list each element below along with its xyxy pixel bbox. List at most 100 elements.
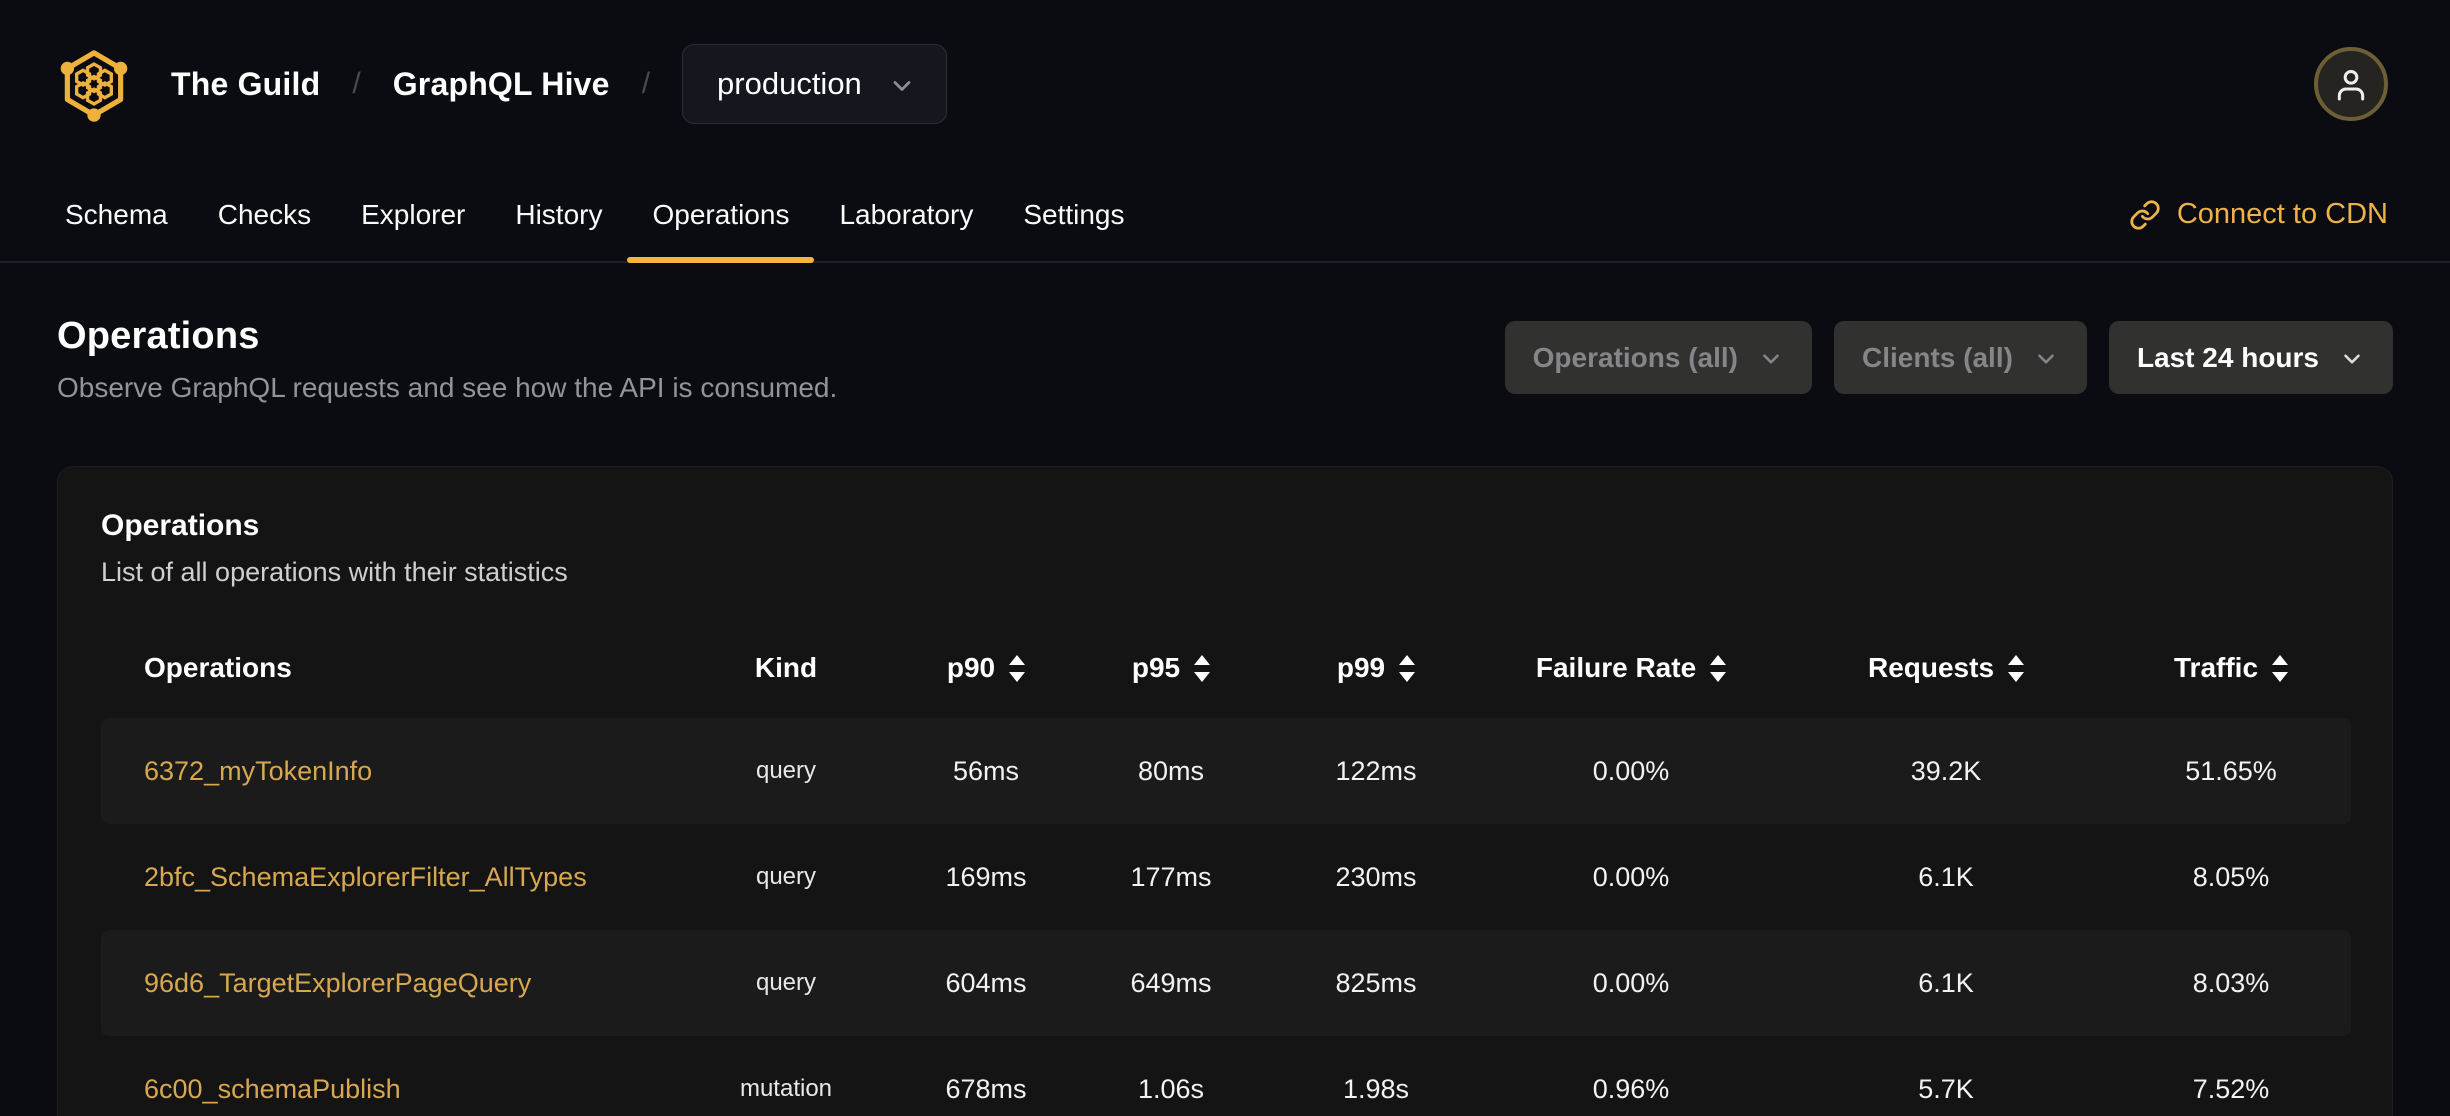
column-header-failure-rate-label: Failure Rate <box>1535 652 1697 683</box>
operations-card: Operations List of all operations with t… <box>57 466 2393 1116</box>
column-header-kind: Kind <box>754 652 818 683</box>
traffic-cell: 51.65% <box>2185 755 2277 786</box>
person-icon <box>2337 70 2365 101</box>
tab-operations[interactable]: Operations <box>627 168 815 263</box>
traffic-cell: 8.05% <box>2192 861 2270 892</box>
column-header-p90-label: p90 <box>946 652 996 683</box>
chevron-down-icon <box>2038 354 2054 364</box>
column-header-failure-rate[interactable]: Failure Rate <box>1481 652 1781 684</box>
traffic-cell: 8.03% <box>2192 967 2270 998</box>
clients-filter-label: Clients (all) <box>1862 341 2013 373</box>
operations-filter-label: Operations (all) <box>1532 341 1739 373</box>
kind-cell: mutation <box>739 1075 833 1102</box>
page-header-text: Operations Observe GraphQL requests and … <box>57 315 837 404</box>
column-header-p95[interactable]: p95 <box>1071 652 1271 684</box>
table-row: 96d6_TargetExplorerPageQuery query 604ms… <box>101 930 2351 1036</box>
main-content: Operations Observe GraphQL requests and … <box>0 315 2450 1116</box>
p90-cell: 604ms <box>945 967 1027 998</box>
column-header-traffic[interactable]: Traffic <box>2111 652 2351 684</box>
connect-to-cdn-link[interactable]: Connect to CDN <box>2129 168 2388 261</box>
connect-to-cdn-label: Connect to CDN <box>2176 198 2388 230</box>
sort-arrows-icon <box>1399 654 1416 682</box>
tab-settings[interactable]: Settings <box>998 168 1149 261</box>
link-chain-icon <box>2130 199 2160 230</box>
clients-filter-dropdown[interactable]: Clients (all) <box>1834 321 2087 394</box>
hive-logo-icon[interactable] <box>57 44 131 124</box>
chevron-down-icon <box>1763 354 1779 364</box>
breadcrumb: The Guild / GraphQL Hive / production <box>57 44 947 124</box>
table-row: 6372_myTokenInfo query 56ms 80ms 122ms 0… <box>101 718 2351 824</box>
tab-explorer[interactable]: Explorer <box>336 168 490 261</box>
operation-link[interactable]: 96d6_TargetExplorerPageQuery <box>144 968 531 998</box>
breadcrumb-separator: / <box>641 67 651 100</box>
operation-link[interactable]: 6372_myTokenInfo <box>144 756 372 786</box>
kind-cell: query <box>755 969 817 996</box>
chevron-down-icon <box>2344 354 2360 364</box>
nav-tabs: Schema Checks Explorer History Operation… <box>40 168 1150 263</box>
requests-cell: 5.7K <box>1918 1073 1974 1104</box>
failure-rate-cell: 0.96% <box>1592 1073 1670 1104</box>
operations-filter-dropdown[interactable]: Operations (all) <box>1504 321 1813 394</box>
p95-cell: 177ms <box>1130 861 1212 892</box>
table-row: 2bfc_SchemaExplorerFilter_AllTypes query… <box>101 824 2351 930</box>
nav-bar: Schema Checks Explorer History Operation… <box>0 168 2450 263</box>
target-select-value: production <box>717 66 862 101</box>
column-header-p99[interactable]: p99 <box>1271 652 1481 684</box>
top-bar: The Guild / GraphQL Hive / production <box>0 0 2450 168</box>
operation-link[interactable]: 6c00_schemaPublish <box>144 1074 401 1104</box>
failure-rate-cell: 0.00% <box>1592 755 1670 786</box>
p90-cell: 169ms <box>945 861 1027 892</box>
p95-cell: 649ms <box>1130 967 1212 998</box>
page-title: Operations <box>57 315 260 357</box>
p99-cell: 1.98s <box>1342 1073 1410 1104</box>
requests-cell: 39.2K <box>1910 755 1982 786</box>
target-select[interactable]: production <box>682 44 947 124</box>
requests-cell: 6.1K <box>1918 861 1974 892</box>
page-header: Operations Observe GraphQL requests and … <box>57 315 2393 404</box>
failure-rate-cell: 0.00% <box>1592 861 1670 892</box>
user-avatar-button[interactable] <box>2314 47 2388 121</box>
sort-arrows-icon <box>1009 654 1026 682</box>
column-header-p95-label: p95 <box>1131 652 1181 683</box>
chevron-down-icon <box>893 81 911 91</box>
card-subtitle: List of all operations with their statis… <box>101 557 568 587</box>
failure-rate-cell: 0.00% <box>1592 967 1670 998</box>
tab-history[interactable]: History <box>490 168 627 261</box>
table-header-row: Operations Kind p90 p95 p99 Failure Rate… <box>101 618 2351 718</box>
kind-cell: query <box>755 863 817 890</box>
sort-arrows-icon <box>1710 654 1727 682</box>
breadcrumb-project[interactable]: GraphQL Hive <box>393 66 610 103</box>
tab-checks[interactable]: Checks <box>193 168 336 261</box>
p90-cell: 56ms <box>952 755 1020 786</box>
sort-arrows-icon <box>2008 654 2025 682</box>
sort-arrows-icon <box>2272 654 2289 682</box>
p99-cell: 122ms <box>1335 755 1417 786</box>
operation-link[interactable]: 2bfc_SchemaExplorerFilter_AllTypes <box>144 862 587 892</box>
p95-cell: 1.06s <box>1137 1073 1205 1104</box>
column-header-requests-label: Requests <box>1867 652 1995 683</box>
column-header-p90[interactable]: p90 <box>901 652 1071 684</box>
card-title: Operations <box>101 509 260 542</box>
column-header-p99-label: p99 <box>1336 652 1386 683</box>
column-header-requests[interactable]: Requests <box>1781 652 2111 684</box>
kind-cell: query <box>755 757 817 784</box>
column-header-traffic-label: Traffic <box>2173 652 2259 683</box>
table-row: 6c00_schemaPublish mutation 678ms 1.06s … <box>101 1036 2351 1116</box>
tab-laboratory[interactable]: Laboratory <box>814 168 998 261</box>
time-range-label: Last 24 hours <box>2136 341 2319 373</box>
p99-cell: 825ms <box>1335 967 1417 998</box>
breadcrumb-org[interactable]: The Guild <box>171 66 320 103</box>
sort-arrows-icon <box>1194 654 1211 682</box>
p90-cell: 678ms <box>945 1073 1027 1104</box>
tab-schema[interactable]: Schema <box>40 168 193 261</box>
filter-bar: Operations (all) Clients (all) Last 24 h… <box>1504 321 2393 394</box>
p99-cell: 230ms <box>1335 861 1417 892</box>
breadcrumb-separator: / <box>352 67 361 100</box>
requests-cell: 6.1K <box>1918 967 1974 998</box>
operations-table: Operations Kind p90 p95 p99 Failure Rate… <box>101 618 2351 1116</box>
time-range-dropdown[interactable]: Last 24 hours <box>2108 321 2393 394</box>
traffic-cell: 7.52% <box>2192 1073 2270 1104</box>
p95-cell: 80ms <box>1137 755 1205 786</box>
app-root: The Guild / GraphQL Hive / production Sc… <box>0 0 2450 1116</box>
page-subtitle: Observe GraphQL requests and see how the… <box>57 372 838 403</box>
